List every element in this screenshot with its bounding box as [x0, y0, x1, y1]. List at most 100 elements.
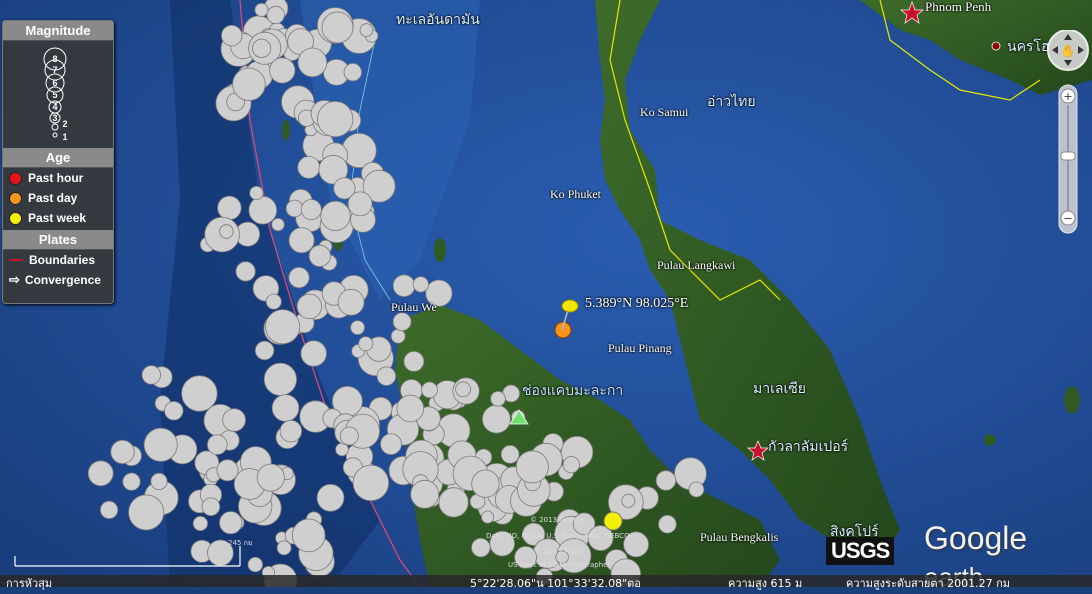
earthquake-marker[interactable]: [658, 514, 677, 534]
earthquake-marker[interactable]: [471, 537, 491, 558]
earthquake-marker[interactable]: [688, 481, 705, 498]
earthquake-marker[interactable]: [350, 320, 366, 336]
earthquake-marker[interactable]: [219, 224, 234, 239]
earthquake-marker[interactable]: [455, 381, 472, 398]
earthquake-marker[interactable]: [316, 483, 345, 512]
earthquake-marker[interactable]: [500, 444, 520, 464]
earthquake-marker[interactable]: [392, 274, 416, 298]
earthquake-marker[interactable]: [343, 62, 363, 82]
earthquake-marker[interactable]: [347, 191, 373, 217]
earthquake-marker[interactable]: [164, 401, 184, 421]
earthquake-marker[interactable]: [247, 556, 264, 573]
earthquake-marker[interactable]: [655, 470, 677, 491]
earthquake-marker[interactable]: [352, 464, 390, 502]
earthquake-marker[interactable]: [143, 427, 178, 462]
earthquake-marker[interactable]: [515, 450, 549, 484]
earthquake-marker[interactable]: [390, 328, 406, 344]
earthquake-marker[interactable]: [232, 67, 266, 101]
earthquake-marker[interactable]: [297, 155, 321, 179]
earthquake-marker[interactable]: [308, 244, 331, 267]
earthquake-marker[interactable]: [192, 515, 208, 532]
earthquake-marker[interactable]: [265, 293, 282, 310]
earthquake-marker[interactable]: [376, 366, 397, 386]
earthquake-marker[interactable]: [122, 472, 141, 491]
earthquake-marker[interactable]: [300, 340, 327, 367]
status-bar: การหัวสุม 5°22'28.06"น 101°33'32.08"ตอ ค…: [0, 575, 1092, 590]
city-dot-icon[interactable]: [991, 41, 1001, 51]
earthquake-marker[interactable]: [207, 434, 228, 455]
earthquake-marker[interactable]: [297, 47, 328, 78]
earthquake-marker[interactable]: [128, 494, 165, 531]
legend-age-item-past-day: Past day: [3, 188, 113, 208]
earthquake-marker[interactable]: [403, 350, 425, 372]
earthquake-marker[interactable]: [358, 336, 374, 352]
earthquake-marker[interactable]: [337, 288, 365, 316]
earthquake-marker[interactable]: [254, 2, 269, 17]
earthquake-marker[interactable]: [380, 433, 402, 456]
earthquake-marker[interactable]: [438, 487, 469, 518]
earthquake-marker[interactable]: [335, 442, 349, 457]
earthquake-marker[interactable]: [252, 38, 272, 58]
earthquake-marker[interactable]: [201, 497, 221, 517]
earthquake-marker[interactable]: [392, 312, 412, 332]
earthquake-marker[interactable]: [235, 261, 256, 282]
earthquake-marker[interactable]: [320, 200, 351, 231]
earthquake-marker[interactable]: [291, 518, 326, 553]
zoom-slider-handle[interactable]: [1060, 151, 1076, 161]
earthquake-marker[interactable]: [321, 11, 354, 44]
earthquake-marker[interactable]: [110, 439, 135, 464]
earthquake-marker[interactable]: [254, 340, 275, 361]
earthquake-marker[interactable]: [249, 185, 264, 201]
earthquake-marker[interactable]: [339, 426, 359, 446]
magnitude-scale: 87 6 5 432 1: [43, 47, 68, 142]
earthquake-marker[interactable]: [271, 394, 300, 422]
earthquake-marker[interactable]: [317, 100, 354, 138]
earthquake-marker[interactable]: [263, 362, 297, 396]
earthquake-marker[interactable]: [412, 276, 429, 293]
earthquake-marker[interactable]: [220, 24, 243, 47]
earthquake-marker[interactable]: [481, 510, 495, 524]
navigation-controls[interactable]: ✋ + −: [1044, 30, 1090, 240]
label-strait-of-malacca: ช่องแคบมะละกา: [522, 383, 624, 399]
earthquake-marker[interactable]: [141, 365, 162, 385]
earthquake-marker[interactable]: [181, 375, 218, 412]
earthquake-marker[interactable]: [219, 511, 243, 535]
earthquake-marker[interactable]: [222, 408, 246, 432]
earthquake-marker[interactable]: [621, 493, 636, 508]
placemark-coordinate-label: 5.389°N 98.025°E: [585, 296, 689, 311]
earthquake-marker[interactable]: [265, 309, 301, 345]
earthquake-marker[interactable]: [288, 227, 315, 254]
map-view[interactable]: [0, 0, 1092, 587]
earthquake-marker[interactable]: [410, 479, 440, 509]
earthquake-marker[interactable]: [562, 456, 580, 474]
earthquake-marker[interactable]: [269, 57, 296, 84]
magnitude-label: 1: [62, 132, 67, 142]
earthquake-marker[interactable]: [285, 199, 304, 218]
earthquake-marker[interactable]: [296, 293, 323, 320]
legend-plates-title: Plates: [3, 230, 113, 250]
earthquake-marker[interactable]: [481, 404, 511, 434]
earthquake-marker[interactable]: [256, 463, 285, 492]
earthquake-marker[interactable]: [271, 217, 285, 232]
earthquake-marker[interactable]: [300, 199, 322, 221]
earthquake-marker[interactable]: [288, 266, 310, 289]
earthquake-marker[interactable]: [396, 394, 425, 423]
legend-plates-label: Boundaries: [29, 253, 96, 267]
island: [282, 120, 290, 140]
earthquake-marker[interactable]: [490, 390, 506, 407]
zoom-slider[interactable]: + −: [1058, 84, 1078, 234]
earthquake-marker[interactable]: [421, 381, 438, 399]
earthquake-past-week[interactable]: [603, 511, 623, 531]
earthquake-marker[interactable]: [248, 195, 278, 225]
earthquake-marker[interactable]: [100, 500, 119, 519]
earthquake-marker[interactable]: [217, 195, 242, 221]
earthquake-marker[interactable]: [471, 469, 500, 498]
earthquake-marker[interactable]: [276, 540, 292, 556]
earthquake-marker[interactable]: [216, 459, 239, 482]
earthquake-marker[interactable]: [150, 472, 168, 490]
look-joystick-icon[interactable]: ✋: [1047, 30, 1089, 71]
earthquake-marker[interactable]: [87, 460, 114, 487]
earthquake-marker[interactable]: [266, 5, 285, 25]
earthquake-marker[interactable]: [359, 23, 374, 37]
earthquake-marker[interactable]: [279, 419, 303, 443]
